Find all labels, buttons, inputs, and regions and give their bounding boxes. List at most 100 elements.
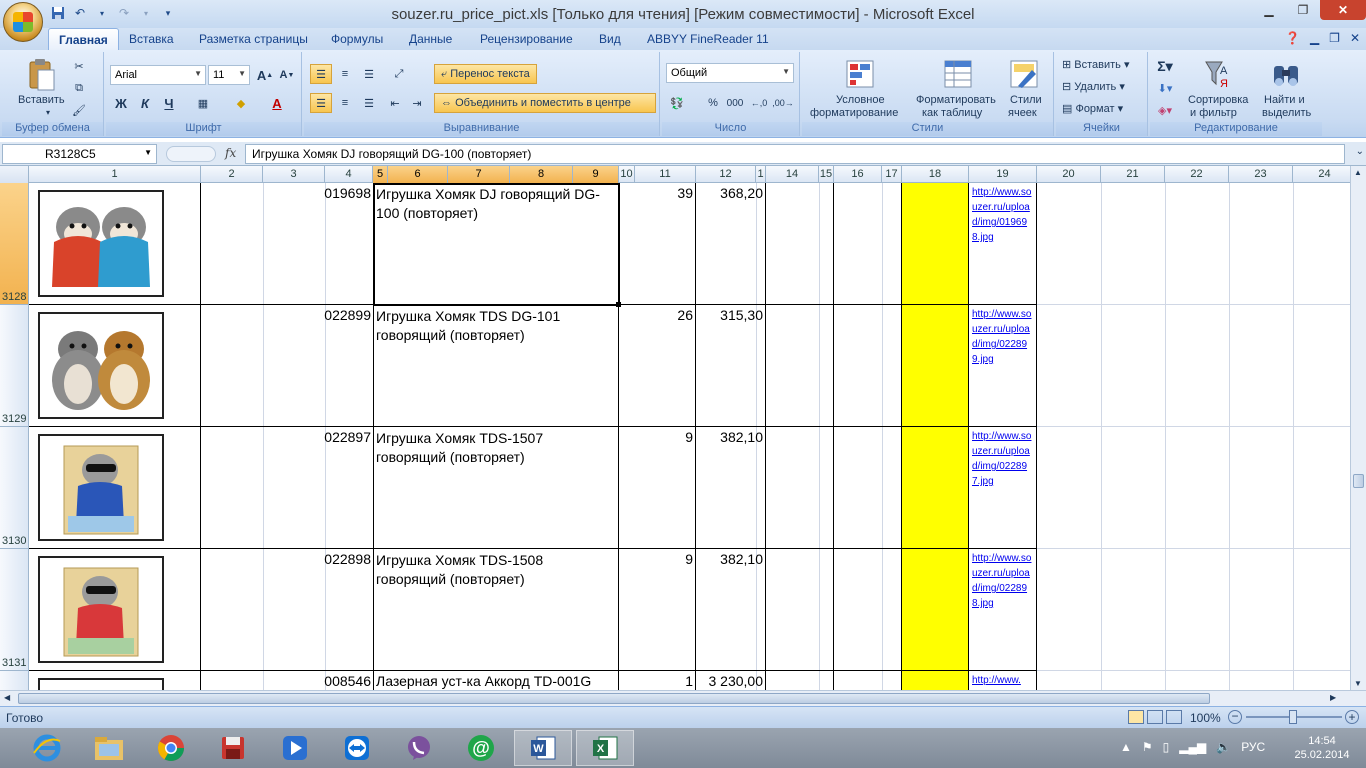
- minimize-doc-icon[interactable]: ▁: [1310, 31, 1319, 45]
- copy-icon[interactable]: ⧉: [68, 78, 90, 98]
- sort-filter-icon[interactable]: АЯ: [1202, 58, 1234, 90]
- format-painter-icon[interactable]: 🖌: [68, 100, 90, 120]
- paste-icon[interactable]: [26, 58, 58, 91]
- tab-review[interactable]: Рецензирование: [480, 32, 573, 46]
- decrease-indent-icon[interactable]: ⇤: [384, 93, 406, 113]
- product-code[interactable]: 022898: [263, 551, 371, 567]
- tab-page-layout[interactable]: Разметка страницы: [199, 32, 308, 46]
- column-header[interactable]: 4: [325, 166, 373, 183]
- column-header[interactable]: 14: [766, 166, 819, 183]
- merge-center-button[interactable]: ⇔ Объединить и поместить в центре: [434, 93, 656, 113]
- column-header[interactable]: 8: [510, 166, 573, 183]
- cell-styles-label-1[interactable]: Стили: [1010, 94, 1042, 106]
- underline-button[interactable]: Ч: [158, 93, 180, 113]
- product-image[interactable]: [38, 434, 164, 541]
- chrome-icon[interactable]: [142, 730, 200, 766]
- orientation-icon[interactable]: ⤢: [388, 64, 410, 84]
- scroll-down-icon[interactable]: ▼: [1354, 679, 1362, 688]
- product-link[interactable]: http://www.souzer.ru/upload/img/022898.j…: [972, 551, 1035, 611]
- scroll-left-icon[interactable]: ◀: [4, 693, 10, 702]
- product-name[interactable]: Игрушка Хомяк TDS-1508 говорящий (повтор…: [376, 551, 616, 589]
- product-price[interactable]: 382,10: [697, 551, 763, 567]
- normal-view-icon[interactable]: [1128, 710, 1144, 724]
- column-header[interactable]: 17: [882, 166, 902, 183]
- align-bottom-icon[interactable]: ☰: [358, 64, 380, 84]
- close-doc-icon[interactable]: ✕: [1350, 31, 1360, 45]
- column-header[interactable]: 7: [448, 166, 510, 183]
- product-link[interactable]: http://www.: [972, 673, 1035, 689]
- product-image[interactable]: [38, 556, 164, 663]
- tab-formulas[interactable]: Формулы: [331, 32, 383, 46]
- page-layout-view-icon[interactable]: [1147, 710, 1163, 724]
- tab-data[interactable]: Данные: [409, 32, 452, 46]
- teamviewer-icon[interactable]: [328, 730, 386, 766]
- paste-button[interactable]: Вставить: [18, 94, 65, 106]
- currency-icon[interactable]: 💱: [666, 93, 688, 113]
- chevron-down-icon[interactable]: ⌄: [1356, 146, 1364, 157]
- office-button[interactable]: [3, 2, 43, 42]
- minimize-button[interactable]: ▁: [1252, 0, 1286, 20]
- product-qty[interactable]: 9: [636, 429, 693, 445]
- fill-color-icon[interactable]: ◆: [230, 93, 252, 113]
- zoom-slider-thumb[interactable]: [1289, 710, 1297, 724]
- product-code[interactable]: 022897: [263, 429, 371, 445]
- number-format-select[interactable]: Общий ▼: [666, 63, 794, 83]
- horizontal-scrollbar[interactable]: ◀ ▶: [0, 690, 1366, 706]
- align-right-icon[interactable]: ☰: [358, 93, 380, 113]
- format-as-table-label-2[interactable]: как таблицу: [922, 107, 982, 119]
- zoom-level[interactable]: 100%: [1190, 711, 1221, 725]
- column-header[interactable]: 22: [1165, 166, 1229, 183]
- column-header[interactable]: 6: [388, 166, 448, 183]
- row-header[interactable]: [0, 671, 29, 690]
- column-header[interactable]: 18: [902, 166, 969, 183]
- media-player-icon[interactable]: [266, 730, 324, 766]
- conditional-format-label-1[interactable]: Условное: [836, 94, 885, 106]
- format-cells-button[interactable]: ▤ Формат ▾: [1062, 102, 1123, 115]
- italic-button[interactable]: К: [134, 93, 156, 113]
- font-name-select[interactable]: Arial ▼: [110, 65, 206, 85]
- column-header[interactable]: 1: [756, 166, 766, 183]
- file-explorer-icon[interactable]: [80, 730, 138, 766]
- viber-icon[interactable]: [390, 730, 448, 766]
- floppy-app-icon[interactable]: [204, 730, 262, 766]
- clear-icon[interactable]: ◈▾: [1154, 100, 1176, 120]
- increase-indent-icon[interactable]: ⇥: [406, 93, 428, 113]
- conditional-format-icon[interactable]: [844, 58, 876, 90]
- chevron-down-icon[interactable]: ▾: [46, 108, 50, 117]
- row-header[interactable]: 3129: [0, 305, 29, 427]
- font-color-icon[interactable]: A: [266, 93, 288, 113]
- align-top-icon[interactable]: ☰: [310, 64, 332, 84]
- align-middle-icon[interactable]: ≡: [334, 64, 356, 84]
- product-qty[interactable]: 39: [636, 185, 693, 201]
- product-name[interactable]: Лазерная уст-ка Аккорд TD-001G: [376, 673, 616, 689]
- scroll-up-icon[interactable]: ▲: [1354, 168, 1362, 177]
- thousands-button[interactable]: 000: [724, 93, 746, 113]
- formula-input[interactable]: Игрушка Хомяк DJ говорящий DG-100 (повто…: [245, 144, 1345, 164]
- product-qty[interactable]: 1: [636, 673, 693, 689]
- excel-icon[interactable]: X: [576, 730, 634, 766]
- fill-icon[interactable]: ⬇▾: [1154, 78, 1176, 98]
- delete-cells-button[interactable]: ⊟ Удалить ▾: [1062, 80, 1125, 93]
- name-box[interactable]: R3128C5 ▼: [2, 144, 157, 164]
- tab-abbyy[interactable]: ABBYY FineReader 11: [647, 32, 769, 46]
- signal-icon[interactable]: ▂▄▆: [1179, 740, 1206, 754]
- column-header[interactable]: 3: [263, 166, 325, 183]
- row-header[interactable]: 3130: [0, 427, 29, 549]
- formula-bar-expander[interactable]: [166, 146, 216, 162]
- shrink-font-button[interactable]: A ▼: [276, 65, 298, 85]
- format-as-table-icon[interactable]: [942, 58, 974, 90]
- wrap-text-button[interactable]: ⤶ Перенос текста: [434, 64, 537, 84]
- binoculars-icon[interactable]: [1270, 58, 1302, 90]
- product-name[interactable]: Игрушка Хомяк TDS-1507 говорящий (повтор…: [376, 429, 616, 467]
- tray-expand-icon[interactable]: ▲: [1120, 740, 1132, 754]
- font-size-select[interactable]: 11 ▼: [208, 65, 250, 85]
- column-header[interactable]: 10: [619, 166, 635, 183]
- volume-icon[interactable]: 🔈: [1216, 740, 1231, 754]
- decrease-decimal-icon[interactable]: ,00→: [772, 93, 794, 113]
- restore-doc-icon[interactable]: ❐: [1329, 31, 1340, 45]
- clock[interactable]: 14:54 25.02.2014: [1284, 734, 1360, 762]
- product-link[interactable]: http://www.souzer.ru/upload/img/022897.j…: [972, 429, 1035, 489]
- insert-cells-button[interactable]: ⊞ Вставить ▾: [1062, 58, 1130, 71]
- row-header[interactable]: 3128: [0, 183, 29, 305]
- product-image[interactable]: [38, 190, 164, 297]
